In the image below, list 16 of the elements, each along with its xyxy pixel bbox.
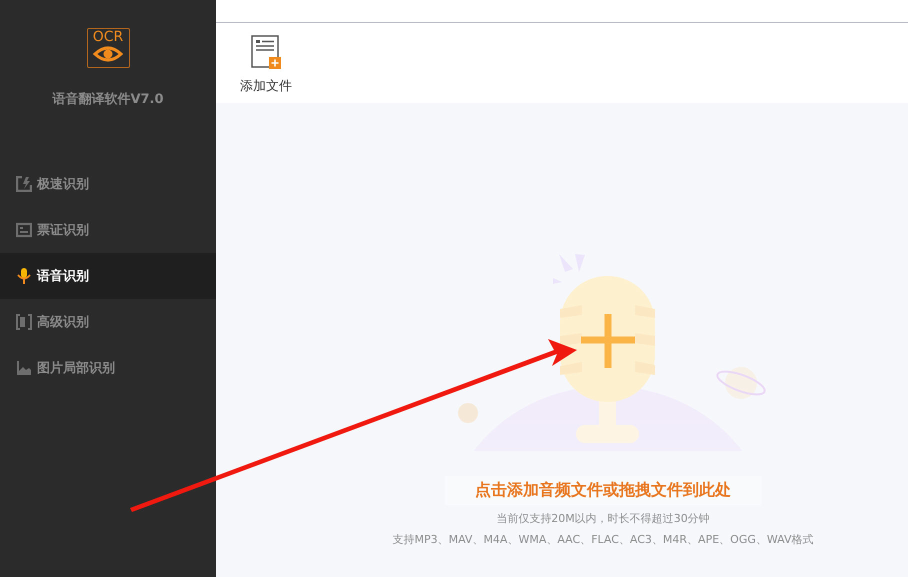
microphone-icon bbox=[16, 268, 32, 284]
add-file-icon bbox=[251, 35, 281, 69]
nav-item[interactable]: 高级识别 bbox=[0, 299, 216, 345]
image-icon bbox=[16, 360, 32, 376]
scan-frame-icon bbox=[16, 314, 32, 330]
hint-text: 当前仅支持20M以内，时长不得超过30分钟 bbox=[496, 511, 710, 526]
nav-item[interactable]: 图片局部识别 bbox=[0, 345, 216, 391]
add-file-button[interactable]: 添加文件 bbox=[240, 35, 292, 95]
ocr-logo: OCR bbox=[86, 28, 130, 68]
hint-text: 支持MP3、MAV、M4A、WMA、AAC、FLAC、AC3、M4R、APE、OGG、WAV格式 bbox=[392, 532, 814, 547]
nav-item[interactable]: 票证识别 bbox=[0, 207, 216, 253]
app-name: 语音翻译软件V7.0 bbox=[52, 90, 164, 108]
nav-item[interactable]: 极速识别 bbox=[0, 161, 216, 207]
nav-item[interactable]: 语音识别 bbox=[0, 253, 216, 299]
ticket-icon bbox=[16, 222, 32, 238]
lightning-frame-icon bbox=[16, 176, 32, 192]
